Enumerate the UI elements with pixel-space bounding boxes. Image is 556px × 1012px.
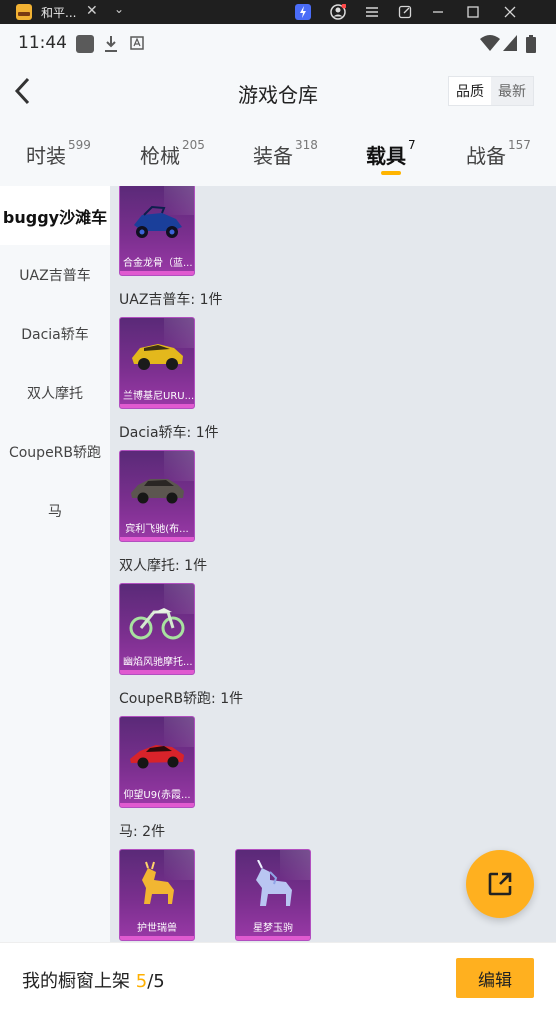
sort-option-quality[interactable]: 品质 <box>449 77 491 105</box>
item-name: 仰望U9(赤霞... <box>123 790 191 801</box>
rarity-strip <box>120 404 194 408</box>
rarity-strip <box>120 803 194 807</box>
close-window-icon[interactable] <box>500 2 520 22</box>
tab-count: 157 <box>508 138 531 152</box>
section-title: 双人摩托: 1件 <box>119 558 208 574</box>
wifi-icon <box>480 35 500 51</box>
rarity-strip <box>120 936 194 940</box>
sidebar-item-dacia[interactable]: Dacia轿车 <box>0 304 110 363</box>
tab-label: 枪械 <box>140 144 180 168</box>
sedan-image <box>131 479 184 504</box>
tab-dropdown-icon[interactable]: ⌄ <box>114 2 124 16</box>
account-icon[interactable] <box>328 2 348 22</box>
square-icon <box>76 35 94 53</box>
header: 游戏仓库 品质 最新 <box>0 62 556 122</box>
tab-battle-gear[interactable]: 战备 157 <box>466 138 531 169</box>
item-list[interactable]: 合金龙骨（蓝... UAZ吉普车: 1件 兰博基尼URU... Dacia轿车:… <box>110 186 556 942</box>
text-icon <box>130 36 144 50</box>
bottom-bar: 我的橱窗上架 5/5 编辑 <box>0 942 556 1012</box>
item-name: 幽焰风驰摩托... <box>123 657 193 668</box>
item-card[interactable]: 仰望U9(赤霞... <box>119 716 195 808</box>
suv-image <box>132 344 183 370</box>
status-time: 11:44 <box>18 33 67 53</box>
section-title: CoupeRB轿跑: 1件 <box>119 691 244 707</box>
sports-car-image <box>130 745 184 769</box>
item-name: 护世瑞兽 <box>137 923 177 934</box>
category-tabs: 时装 599 枪械 205 装备 318 载具 7 战备 157 <box>0 122 556 186</box>
item-card[interactable]: 星梦玉驹 <box>235 849 311 941</box>
item-card[interactable]: 宾利飞驰(布... <box>119 450 195 542</box>
battery-icon <box>526 35 536 53</box>
shelf-total: /5 <box>147 971 165 992</box>
sidebar-item-buggy[interactable]: buggy沙滩车 <box>0 186 110 245</box>
app-icon <box>16 4 32 20</box>
sort-option-latest[interactable]: 最新 <box>491 77 533 105</box>
item-name: 宾利飞驰(布... <box>125 524 189 535</box>
item-card[interactable]: 幽焰风驰摩托... <box>119 583 195 675</box>
item-card[interactable]: 护世瑞兽 <box>119 849 195 941</box>
sidebar-item-coupe[interactable]: CoupeRB轿跑 <box>0 422 110 481</box>
popout-icon[interactable] <box>395 2 415 22</box>
tab-close-icon[interactable]: ✕ <box>86 3 98 19</box>
shelf-count: 5 <box>135 971 148 992</box>
rarity-strip <box>120 670 194 674</box>
sort-toggle: 品质 最新 <box>448 76 534 106</box>
tab-label: 时装 <box>26 144 66 168</box>
signal-icon <box>503 35 517 51</box>
tab-count: 318 <box>295 138 318 152</box>
tab-count: 205 <box>182 138 205 152</box>
rarity-strip <box>120 271 194 275</box>
tab-weapons[interactable]: 枪械 205 <box>140 138 205 169</box>
tab-count: 7 <box>408 138 416 152</box>
tab-equipment[interactable]: 装备 318 <box>253 138 318 169</box>
window-tab-bar: 和平... ✕ ⌄ <box>0 0 556 24</box>
section-title: Dacia轿车: 1件 <box>119 425 219 441</box>
section-title: UAZ吉普车: 1件 <box>119 292 223 308</box>
download-icon <box>105 36 117 52</box>
menu-icon[interactable] <box>362 2 382 22</box>
window-tab[interactable]: 和平... ✕ <box>8 0 108 24</box>
item-card[interactable]: 合金龙骨（蓝... <box>119 186 195 276</box>
tab-vehicles[interactable]: 载具 7 <box>366 138 416 169</box>
accelerator-icon[interactable] <box>293 2 313 22</box>
sidebar-item-motorcycle[interactable]: 双人摩托 <box>0 363 110 422</box>
shelf-label: 我的橱窗上架 <box>22 971 130 992</box>
tab-label: 载具 <box>366 144 406 168</box>
tab-label: 装备 <box>253 144 293 168</box>
item-name: 星梦玉驹 <box>253 923 293 934</box>
tab-count: 599 <box>68 138 91 152</box>
share-button[interactable] <box>466 850 534 918</box>
shelf-status: 我的橱窗上架 5/5 <box>22 967 165 993</box>
status-bar: 11:44 <box>0 24 556 62</box>
item-name: 合金龙骨（蓝... <box>123 258 193 269</box>
motorcycle-image <box>129 608 185 640</box>
buggy-image <box>134 205 182 238</box>
edit-button[interactable]: 编辑 <box>456 958 534 998</box>
section-title: 马: 2件 <box>119 824 166 840</box>
active-tab-indicator <box>381 171 401 175</box>
rarity-strip <box>120 537 194 541</box>
item-name: 兰博基尼URU... <box>123 391 194 402</box>
tab-title: 和平... <box>41 5 77 20</box>
sidebar-item-uaz[interactable]: UAZ吉普车 <box>0 245 110 304</box>
minimize-icon[interactable] <box>428 2 448 22</box>
tab-fashion[interactable]: 时装 599 <box>26 138 91 169</box>
golden-beast-image <box>142 861 174 904</box>
rarity-strip <box>236 936 310 940</box>
item-card[interactable]: 兰博基尼URU... <box>119 317 195 409</box>
sidebar-item-horse[interactable]: 马 <box>0 481 110 540</box>
vehicle-sidebar: buggy沙滩车 UAZ吉普车 Dacia轿车 双人摩托 CoupeRB轿跑 马 <box>0 186 110 942</box>
unicorn-image <box>256 860 292 906</box>
share-icon <box>488 872 512 896</box>
tab-label: 战备 <box>466 144 506 168</box>
maximize-icon[interactable] <box>463 2 483 22</box>
